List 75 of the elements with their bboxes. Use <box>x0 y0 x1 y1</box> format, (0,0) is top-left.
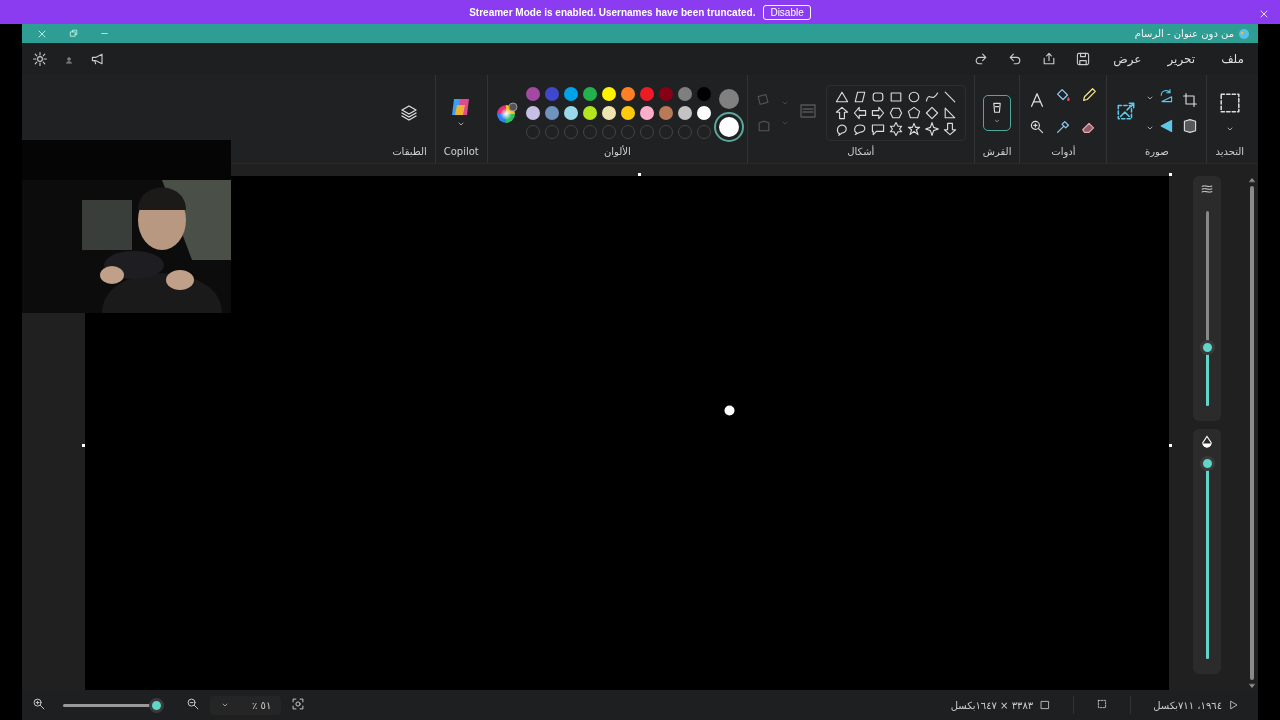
current-color-swatch[interactable] <box>718 88 739 109</box>
color-swatch[interactable] <box>601 105 616 120</box>
color-swatch[interactable] <box>582 105 597 120</box>
window-title: من دون عنوان - الرسام <box>1134 28 1234 39</box>
color-swatch[interactable] <box>639 105 654 120</box>
paint-app-icon <box>1238 27 1250 40</box>
canvas-size: ٣٣٨٣ × ١٦٤٧بكسل <box>950 699 1034 711</box>
color-swatch[interactable] <box>620 86 635 101</box>
color-swatch[interactable] <box>677 105 692 120</box>
zoom-out-icon[interactable] <box>186 697 200 711</box>
color-swatch[interactable] <box>677 86 692 101</box>
group-label: أشكال <box>847 146 875 159</box>
color-swatch[interactable] <box>563 105 578 120</box>
up-arrow-icon[interactable] <box>833 104 850 121</box>
color-swatch[interactable] <box>696 105 711 120</box>
color-swatch[interactable] <box>525 105 540 120</box>
settings-button[interactable] <box>32 51 48 67</box>
down-arrow-icon[interactable] <box>941 120 958 137</box>
group-label: صورة <box>1145 146 1169 159</box>
color-swatch[interactable] <box>620 105 635 120</box>
menu-item[interactable]: تحرير <box>1163 50 1200 68</box>
menu-item[interactable]: عرض <box>1109 50 1146 68</box>
group-label: الألوان <box>603 146 631 159</box>
flip-icon[interactable] <box>1158 117 1175 134</box>
save-icon <box>1075 51 1092 67</box>
banner-text: Streamer Mode is enabled. Usernames have been truncated. <box>469 6 756 18</box>
group-label: القرش <box>982 146 1012 159</box>
color-swatch[interactable] <box>525 86 540 101</box>
brush-button[interactable] <box>983 94 1012 131</box>
close-icon[interactable] <box>1258 8 1270 20</box>
opacity-icon <box>1200 435 1214 449</box>
feedback-button[interactable] <box>90 51 106 67</box>
four-point-star-icon[interactable] <box>923 120 940 137</box>
megaphone-icon <box>90 51 106 67</box>
right-arrow-icon[interactable] <box>869 104 886 121</box>
pencil-icon[interactable] <box>1080 85 1099 104</box>
menu-item[interactable]: ملف <box>1217 50 1248 68</box>
color-swatch[interactable] <box>582 86 597 101</box>
diamond-icon[interactable] <box>923 104 940 121</box>
brush-cursor-icon <box>724 405 735 416</box>
pointer-icon <box>1228 699 1240 711</box>
brush-size-icon <box>1200 182 1214 196</box>
selection-size-icon <box>1096 698 1109 710</box>
star-icon[interactable] <box>905 120 922 137</box>
scroll-up-icon <box>1248 176 1256 184</box>
color-swatch[interactable] <box>544 105 559 120</box>
color-wheel-icon[interactable] <box>495 101 518 124</box>
rotate-icon[interactable] <box>1158 87 1175 104</box>
color-swatch[interactable] <box>563 86 578 101</box>
disable-button[interactable]: Disable <box>763 4 811 20</box>
selection-icon[interactable] <box>1218 91 1241 114</box>
fit-to-window-icon[interactable] <box>291 697 306 711</box>
color-swatch[interactable] <box>601 86 616 101</box>
color-swatch[interactable] <box>658 105 673 120</box>
color-swatch[interactable] <box>544 86 559 101</box>
vertical-scrollbar[interactable] <box>1248 176 1256 690</box>
group-label: التحديد <box>1215 146 1244 159</box>
save-button[interactable] <box>1075 51 1092 67</box>
six-point-star-icon[interactable] <box>887 120 904 137</box>
crop-icon[interactable] <box>1182 91 1199 108</box>
group-label: أدوات <box>1051 146 1076 160</box>
color-swatch[interactable] <box>658 86 673 101</box>
account-icon[interactable] <box>64 54 74 65</box>
canvas-size-icon <box>1039 699 1052 711</box>
settings-icon <box>32 51 48 67</box>
cursor-position: ١٩٦٤، ٧١١بكسل <box>1153 699 1222 711</box>
color-swatch[interactable] <box>639 86 654 101</box>
group-label: الطبقات <box>392 146 427 159</box>
zoom-in-icon[interactable] <box>32 697 46 711</box>
left-arrow-icon[interactable] <box>851 104 868 121</box>
group-label: Copilot <box>443 146 479 159</box>
magnifier-icon[interactable] <box>1029 118 1046 135</box>
color-swatch[interactable] <box>696 86 711 101</box>
zoom-dropdown[interactable]: ٥١ ٪ <box>210 695 282 715</box>
pentagon-icon[interactable] <box>905 104 922 121</box>
